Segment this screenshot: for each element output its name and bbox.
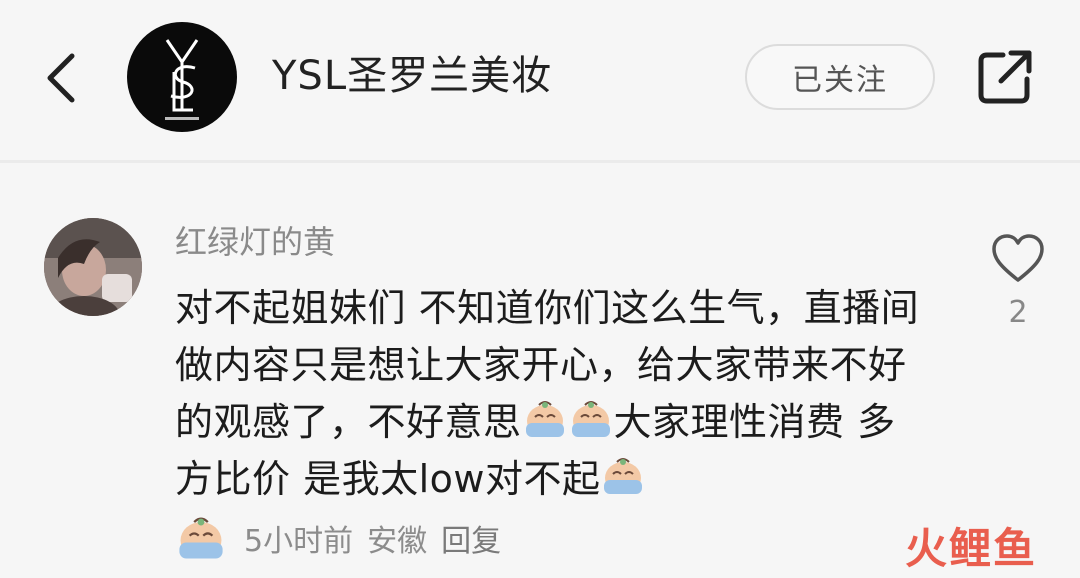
- comment-text: 对不起姐妹们 不知道你们这么生气，直播间做内容只是想让大家开心，给大家带来不好的…: [175, 280, 925, 508]
- comment-item: 红绿灯的黄 对不起姐妹们 不知道你们这么生气，直播间做内容只是想让大家开心，给大…: [0, 170, 1080, 578]
- comment-meta: 5小时前 安徽 回复: [175, 513, 515, 567]
- header: YSL圣罗兰美妆 已关注: [0, 0, 1080, 160]
- chevron-left-icon: [47, 53, 75, 103]
- like-count: 2: [1008, 295, 1028, 330]
- crying-emoji-icon: [179, 517, 223, 559]
- crying-emoji-icon: [525, 401, 564, 437]
- share-button[interactable]: [975, 47, 1035, 107]
- heart-icon: [992, 234, 1044, 282]
- follow-button[interactable]: 已关注: [745, 44, 935, 110]
- share-icon: [978, 50, 1032, 104]
- crying-emoji-icon: [571, 401, 610, 437]
- watermark: 火鲤鱼: [905, 524, 1038, 573]
- comment-username[interactable]: 红绿灯的黄: [175, 220, 335, 264]
- comment-time: 5小时前: [244, 524, 354, 559]
- header-divider: [0, 160, 1080, 163]
- crying-emoji-icon: [604, 458, 643, 494]
- avatar-photo-icon: [44, 218, 142, 316]
- account-name: YSL圣罗兰美妆: [272, 53, 553, 99]
- reply-button[interactable]: 回复: [441, 524, 501, 559]
- ysl-logo-icon: [165, 39, 199, 120]
- brand-avatar[interactable]: [127, 22, 237, 132]
- like-button[interactable]: [990, 232, 1046, 288]
- back-button[interactable]: [38, 48, 88, 108]
- comment-location: 安徽: [367, 524, 428, 559]
- user-avatar[interactable]: [44, 218, 142, 316]
